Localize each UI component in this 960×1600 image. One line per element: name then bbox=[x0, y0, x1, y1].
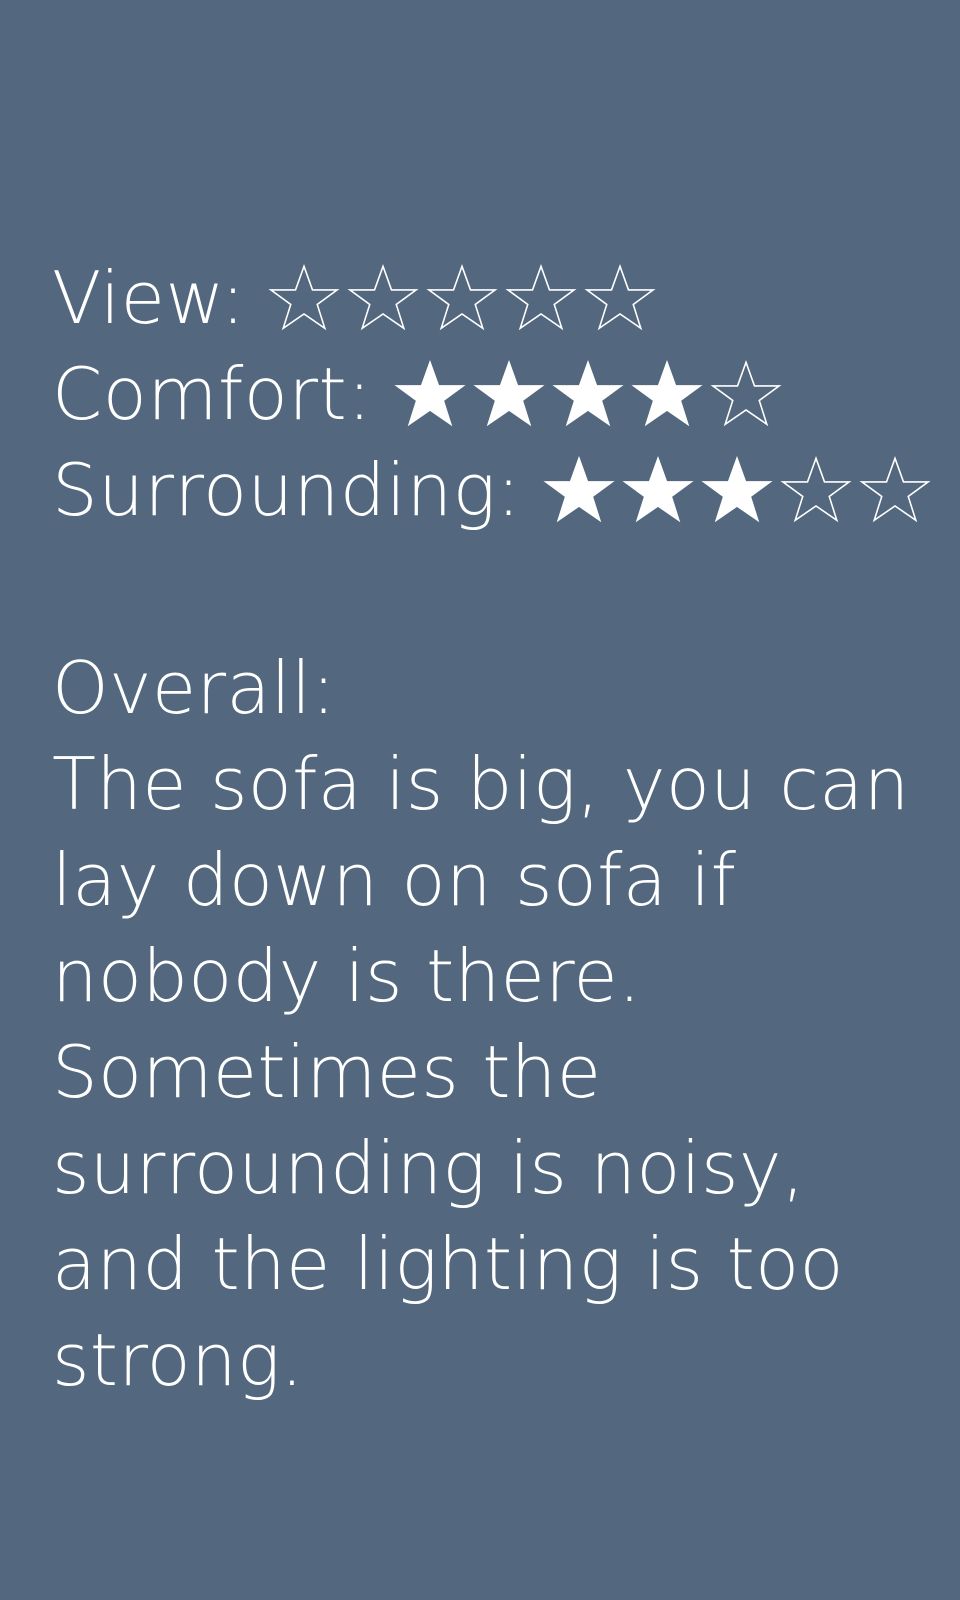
empty-star-icon bbox=[268, 263, 340, 331]
overall-review: Overall: The sofa is big, you can lay do… bbox=[52, 640, 920, 1408]
review-card: View: Comfort: Surrounding: Overall: The… bbox=[0, 0, 960, 1600]
filled-star-icon bbox=[543, 455, 615, 523]
empty-star-icon bbox=[710, 359, 782, 427]
filled-star-icon bbox=[394, 359, 466, 427]
ratings-list: View: Comfort: Surrounding: bbox=[52, 250, 931, 538]
rating-label-comfort: Comfort: bbox=[52, 352, 372, 436]
rating-label-surrounding: Surrounding: bbox=[52, 448, 522, 532]
empty-star-icon bbox=[584, 263, 656, 331]
empty-star-icon bbox=[505, 263, 577, 331]
empty-star-icon bbox=[347, 263, 419, 331]
filled-star-icon bbox=[631, 359, 703, 427]
empty-star-icon bbox=[780, 455, 852, 523]
rating-row-view: View: bbox=[52, 250, 920, 346]
rating-label-view: View: bbox=[52, 256, 246, 340]
star-rating-comfort bbox=[394, 358, 789, 430]
rating-row-surrounding: Surrounding: bbox=[52, 442, 931, 538]
empty-star-icon bbox=[859, 455, 931, 523]
filled-star-icon bbox=[701, 455, 773, 523]
empty-star-icon bbox=[426, 263, 498, 331]
overall-label: Overall: bbox=[52, 646, 336, 730]
filled-star-icon bbox=[473, 359, 545, 427]
filled-star-icon bbox=[552, 359, 624, 427]
star-rating-surrounding bbox=[543, 454, 938, 526]
filled-star-icon bbox=[622, 455, 694, 523]
star-rating-view bbox=[268, 262, 663, 334]
rating-row-comfort: Comfort: bbox=[52, 346, 920, 442]
overall-review-text: The sofa is big, you can lay down on sof… bbox=[52, 742, 910, 1402]
